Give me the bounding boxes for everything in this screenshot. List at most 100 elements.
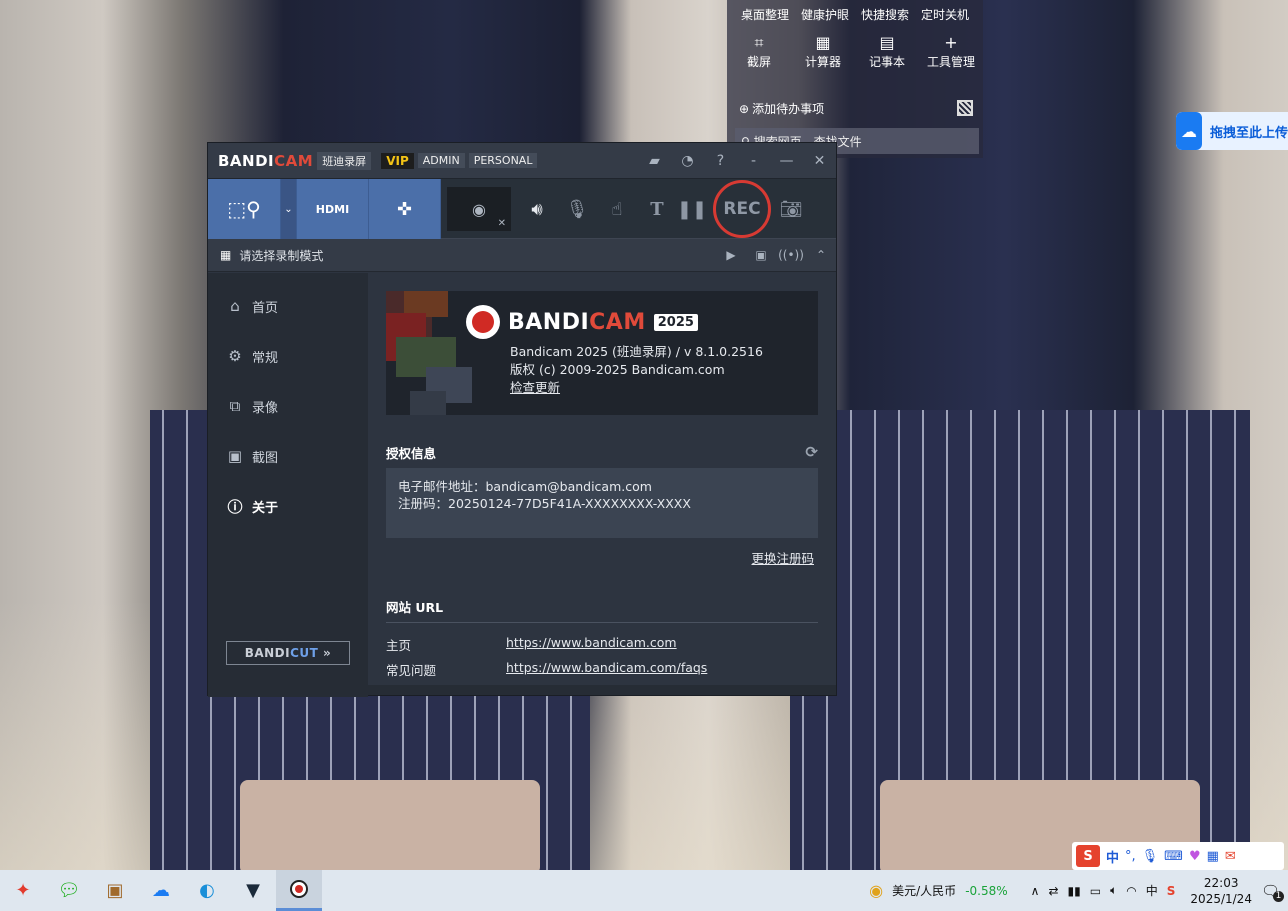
add-circle-icon: ⊕	[739, 101, 750, 116]
text-icon: T	[650, 198, 664, 220]
change-serial-link[interactable]: 更换注册码	[386, 548, 818, 567]
video-settings-icon: ⧉	[229, 397, 241, 415]
keyboard-icon[interactable]: ⌨	[1164, 849, 1183, 864]
taskbar: ✦ 💬︎ ▣ ☁ ◐ ▼ ◉ 美元/人民币 -0.58% ∧ ⇄ ▮▮ ▭ 🔈︎…	[0, 870, 1288, 911]
screen-record-mode-button[interactable]: ⬚⚲	[208, 179, 281, 239]
cursor-click-icon: ☝︎	[611, 198, 623, 220]
clock-date: 2025/1/24	[1190, 891, 1252, 906]
microphone-icon: 🎙︎	[565, 198, 589, 220]
gamepad-icon: ✜	[396, 198, 413, 220]
wifi-icon[interactable]: ◠	[1126, 884, 1136, 898]
vip-badge: VIP	[381, 152, 414, 169]
about-content: BANDICAM 2025 Bandicam 2025 (班迪录屏) / v 8…	[386, 291, 818, 679]
title-bar[interactable]: BANDICAM 班迪录屏 VIP ADMIN PERSONAL ▰ ◔ ? -…	[208, 143, 836, 178]
widget-tool-notepad[interactable]: ▤ 记事本	[859, 33, 915, 70]
help-icon[interactable]: ?	[704, 153, 737, 169]
bandicut-button[interactable]: BANDI CUT »	[226, 641, 350, 665]
mouse-effects-button[interactable]: ☝︎	[597, 179, 637, 239]
sogou-icon[interactable]: S	[1076, 845, 1100, 867]
cloud-upload-drop-button[interactable]: ☁ 拖拽至此上传	[1176, 112, 1288, 150]
rec-button[interactable]: REC	[713, 180, 771, 238]
volume-icon[interactable]: 🔈︎	[1110, 883, 1117, 898]
notification-icon[interactable]: 🗨︎ 1	[1261, 882, 1284, 902]
version-text: Bandicam 2025 (班迪录屏) / v 8.1.0.2516	[510, 344, 763, 359]
close-icon[interactable]: ✕	[803, 153, 836, 169]
widget-link-timed-shutdown[interactable]: 定时关机	[921, 6, 969, 23]
baidu-netdisk-icon[interactable]: ☁	[138, 870, 184, 911]
grid-icon: ▦	[220, 248, 232, 262]
folder-icon[interactable]: ▰	[638, 153, 671, 169]
screenshot-button[interactable]: 📷︎	[771, 179, 811, 239]
text-overlay-button[interactable]: T	[637, 179, 677, 239]
mode-select-label: 请选择录制模式	[239, 248, 324, 263]
notification-count: 1	[1273, 890, 1284, 902]
hdmi-record-mode-button[interactable]: HDMI	[297, 179, 369, 239]
personal-badge: PERSONAL	[468, 153, 538, 168]
microphone-icon[interactable]: 🎙︎	[1142, 849, 1159, 864]
widget-link-quick-search[interactable]: 快捷搜索	[861, 6, 909, 23]
punctuation-icon[interactable]: °,	[1125, 849, 1136, 864]
ime-indicator[interactable]: 中	[1146, 882, 1158, 899]
sidebar-item-home[interactable]: ⌂ 首页	[208, 281, 368, 331]
currency-label[interactable]: 美元/人民币	[892, 882, 956, 899]
clock-icon[interactable]: ◔	[671, 153, 704, 169]
widget-link-eye-care[interactable]: 健康护眼	[801, 6, 849, 23]
chevron-up-icon[interactable]: ∧	[1031, 884, 1040, 898]
video-icon[interactable]: ▶	[716, 248, 746, 262]
home-url-link[interactable]: https://www.bandicam.com	[506, 635, 677, 654]
sidebar-item-general[interactable]: ⚙ 常规	[208, 331, 368, 381]
widget-link-desktop-organize[interactable]: 桌面整理	[741, 6, 789, 23]
sidebar-item-about[interactable]: ⓘ 关于	[208, 481, 368, 531]
pause-icon: ❚❚	[676, 198, 708, 220]
clock[interactable]: 22:03 2025/1/24	[1190, 875, 1252, 907]
apps-icon[interactable]: ▦	[1207, 849, 1219, 864]
speaker-button[interactable]: 🔊︎	[517, 179, 557, 239]
monitor-app-icon[interactable]: ▼	[230, 870, 276, 911]
toolbox-icon[interactable]: ✉	[1225, 849, 1236, 864]
cloud-icon: ☁	[1176, 112, 1202, 150]
license-info-title: 授权信息	[386, 446, 437, 461]
plus-icon: +	[944, 33, 958, 52]
skin-icon[interactable]: ♥	[1189, 849, 1201, 864]
bandicam-taskbar-icon[interactable]	[276, 870, 322, 911]
webcam-icon: ◉	[472, 199, 486, 219]
sogou-tray-icon[interactable]: S	[1167, 884, 1176, 898]
divider	[386, 622, 818, 623]
faq-url-link[interactable]: https://www.bandicam.com/faqs	[506, 660, 707, 679]
license-serial: 注册码：20250124-77D5F41A-XXXXXXXX-XXXX	[398, 496, 691, 511]
sidebar-item-screenshot[interactable]: ▣ 截图	[208, 431, 368, 481]
ime-lang-toggle[interactable]: 中	[1106, 847, 1119, 866]
check-update-link[interactable]: 检查更新	[510, 379, 763, 397]
pause-button[interactable]: ❚❚	[677, 179, 707, 239]
faq-url-label: 常见问题	[386, 663, 437, 678]
qr-code-icon[interactable]	[957, 100, 973, 116]
battery-icon[interactable]: ▭	[1090, 884, 1101, 898]
mode-dropdown-button[interactable]: ⌄	[281, 179, 297, 239]
hdmi-icon: HDMI	[315, 202, 350, 216]
app-launcher-icon[interactable]: ✦	[0, 870, 46, 911]
package-icon[interactable]: ▣	[92, 870, 138, 911]
coin-icon[interactable]: ◉	[869, 881, 883, 900]
wechat-icon[interactable]: 💬︎	[46, 870, 92, 911]
image-icon[interactable]: ▣	[746, 248, 776, 262]
currency-change: -0.58%	[965, 883, 1008, 898]
edge-icon[interactable]: ◐	[184, 870, 230, 911]
chevron-up-icon[interactable]: ⌃	[806, 248, 836, 262]
webcam-overlay-button[interactable]: ◉ ✕	[447, 187, 511, 231]
audio-meter-icon[interactable]: ▮▮	[1068, 884, 1081, 898]
microphone-button[interactable]: 🎙︎	[557, 179, 597, 239]
mini-mode-button[interactable]: -	[737, 153, 770, 169]
refresh-icon[interactable]: ⟳	[805, 443, 818, 462]
wallpaper-legs-left	[240, 780, 540, 875]
widget-tool-manage[interactable]: + 工具管理	[923, 33, 979, 70]
broadcast-icon[interactable]: ((•))	[776, 248, 806, 262]
sync-icon[interactable]: ⇄	[1048, 884, 1058, 898]
widget-tool-calculator[interactable]: ▦ 计算器	[795, 33, 851, 70]
chevron-down-icon: ⌄	[284, 203, 293, 215]
add-todo-button[interactable]: ⊕ 添加待办事项	[739, 100, 824, 117]
minimize-button[interactable]: —	[770, 153, 803, 169]
disabled-x-icon: ✕	[497, 218, 506, 229]
sidebar-item-video[interactable]: ⧉ 录像	[208, 381, 368, 431]
game-record-mode-button[interactable]: ✜	[369, 179, 441, 239]
widget-tool-screenshot[interactable]: ⌗ 截屏	[731, 33, 787, 70]
